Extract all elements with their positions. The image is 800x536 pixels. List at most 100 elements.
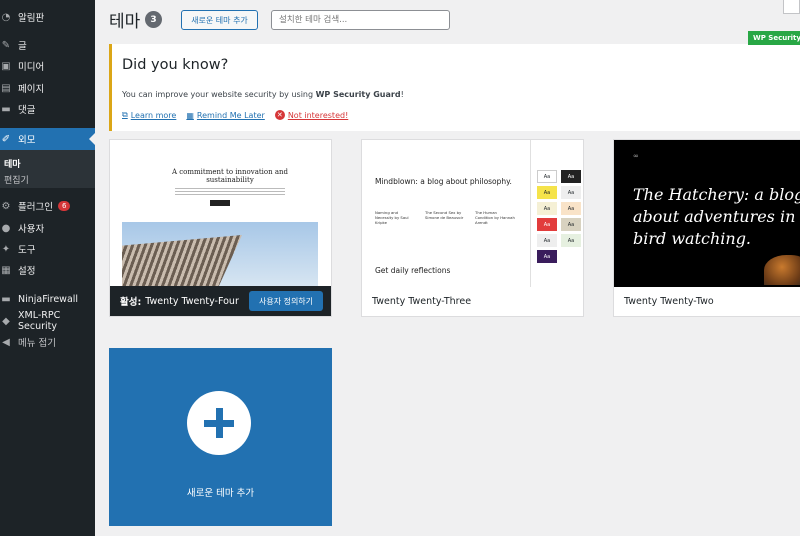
sidebar-item-pages[interactable]: ▤ 페이지 — [0, 77, 95, 99]
add-new-theme-button[interactable]: 새로운 테마 추가 — [181, 10, 258, 30]
style-swatch: Aa — [561, 202, 581, 215]
bird-icon — [764, 255, 800, 285]
style-swatch: Aa — [537, 186, 557, 199]
tools-icon: ✦ — [1, 243, 11, 255]
style-swatch: Aa — [537, 202, 557, 215]
not-interested-label: Not interested! — [287, 110, 349, 120]
sidebar-item-comments[interactable]: ▬ 댓글 — [0, 98, 95, 120]
shield-icon: ◆ — [2, 315, 10, 327]
theme-screenshot[interactable]: ∞ The Hatchery: a blog about adventures … — [614, 140, 800, 287]
learn-more-link[interactable]: ⧉ Learn more — [122, 110, 176, 120]
admin-sidebar: ◔ 알림판 ✎ 글 ▣ 미디어 ▤ 페이지 ▬ 댓글 ✐ 외모 테마 편집기 ⚙… — [0, 0, 95, 536]
sidebar-item-label: 플러그인 — [18, 202, 53, 213]
theme-card-twenty-twenty-four[interactable]: A commitment to innovation and sustainab… — [109, 139, 332, 317]
plugins-icon: ⚙ — [1, 200, 11, 212]
add-new-theme-card[interactable]: 새로운 테마 추가 — [109, 348, 332, 526]
style-swatch: Aa — [537, 170, 557, 183]
sidebar-item-label: 설정 — [18, 266, 36, 277]
sidebar-item-label: 사용자 — [18, 224, 45, 235]
preview-column: The Second Sex by Simone de Beauvoir — [425, 210, 464, 220]
ninja-icon: ▬ — [1, 293, 11, 305]
sidebar-item-appearance[interactable]: ✐ 외모 — [0, 128, 95, 150]
submenu-item-themes[interactable]: 테마 — [4, 157, 21, 170]
preview-text — [175, 188, 285, 196]
external-link-icon: ⧉ — [122, 110, 128, 119]
style-swatch: Aa — [537, 250, 557, 263]
preview-logo-icon: ∞ — [633, 152, 639, 160]
preview-column: The Human Condition by Hannah Arendt — [475, 210, 515, 225]
notice-text: You can improve your website security by… — [122, 90, 404, 99]
preview-headline: A commitment to innovation and sustainab… — [171, 168, 289, 184]
theme-search-input[interactable] — [271, 10, 450, 30]
theme-count-badge: 3 — [145, 11, 162, 28]
sidebar-item-label: 메뉴 접기 — [18, 338, 56, 349]
dashboard-icon: ◔ — [1, 11, 11, 23]
sidebar-item-label: 외모 — [18, 135, 36, 146]
sidebar-item-ninjafirewall[interactable]: ▬ NinjaFirewall — [0, 288, 95, 310]
sidebar-item-label: 페이지 — [18, 84, 45, 95]
page-icon: ▤ — [1, 82, 11, 94]
sidebar-item-label: XML-RPC Security — [18, 310, 61, 332]
remind-later-label: Remind Me Later — [196, 110, 265, 120]
sidebar-item-label: 도구 — [18, 245, 36, 256]
calendar-icon: ▦ — [186, 110, 194, 120]
style-variations-panel: Aa Aa Aa Aa Aa Aa Aa Aa Aa Aa Aa — [530, 140, 583, 287]
appearance-icon: ✐ — [1, 133, 11, 145]
preview-title: Mindblown: a blog about philosophy. — [375, 177, 512, 186]
notice-text-end: ! — [400, 90, 404, 99]
not-interested-link[interactable]: ✕ Not interested! — [274, 110, 349, 120]
sidebar-item-users[interactable]: ● 사용자 — [0, 217, 95, 239]
sidebar-item-media[interactable]: ▣ 미디어 — [0, 55, 95, 77]
notice-plugin-name: WP Security Guard — [315, 90, 401, 99]
wp-security-tag[interactable]: WP Security — [748, 31, 800, 45]
plus-icon — [187, 391, 251, 455]
preview-headline: The Hatchery: a blog about adventures in… — [633, 185, 800, 248]
theme-name-bar: 활성: Twenty Twenty-Four 사용자 정의하기 — [110, 286, 331, 316]
preview-daily: Get daily reflections — [375, 266, 451, 275]
media-icon: ▣ — [1, 60, 11, 72]
theme-card-twenty-twenty-two[interactable]: ∞ The Hatchery: a blog about adventures … — [613, 139, 800, 317]
users-icon: ● — [1, 222, 11, 234]
add-new-theme-label: 새로운 테마 추가 — [186, 488, 255, 499]
learn-more-label: Learn more — [130, 110, 177, 120]
collapse-menu-button[interactable]: ◀ 메뉴 접기 — [0, 331, 95, 353]
pin-icon: ✎ — [1, 39, 11, 51]
submenu-item-editor[interactable]: 편집기 — [4, 173, 29, 186]
sidebar-item-label: 글 — [18, 41, 27, 52]
theme-name-bar: Twenty Twenty-Three — [362, 286, 583, 316]
preview-column: Naming and Necessity by Saul Kripke — [375, 210, 409, 225]
notice-title: Did you know? — [122, 57, 229, 73]
sidebar-item-xmlrpc-security[interactable]: ◆ XML-RPC Security — [0, 310, 95, 332]
appearance-submenu: 테마 편집기 — [0, 150, 95, 188]
theme-screenshot[interactable]: A commitment to innovation and sustainab… — [110, 140, 331, 287]
close-icon: ✕ — [274, 110, 285, 120]
sidebar-item-label: NinjaFirewall — [18, 293, 79, 305]
theme-name: Twenty Twenty-Three — [372, 295, 472, 307]
style-swatch: Aa — [537, 234, 557, 247]
theme-name: Twenty Twenty-Two — [624, 295, 714, 307]
theme-name: Twenty Twenty-Four — [145, 295, 239, 307]
page-title: 테마 — [109, 12, 141, 32]
style-swatch: Aa — [561, 170, 581, 183]
sidebar-item-plugins[interactable]: ⚙ 플러그인 6 — [0, 195, 95, 217]
sidebar-item-posts[interactable]: ✎ 글 — [0, 34, 95, 56]
screen-options-button[interactable] — [783, 0, 800, 14]
sidebar-item-label: 댓글 — [18, 105, 36, 116]
sidebar-item-settings[interactable]: ▦ 설정 — [0, 259, 95, 281]
theme-card-twenty-twenty-three[interactable]: Mindblown: a blog about philosophy. Nami… — [361, 139, 584, 317]
theme-screenshot[interactable]: Mindblown: a blog about philosophy. Nami… — [362, 140, 583, 287]
comments-icon: ▬ — [1, 103, 11, 115]
security-notice: Did you know? You can improve your websi… — [109, 44, 800, 131]
update-count-badge: 6 — [57, 201, 71, 211]
style-swatch: Aa — [537, 218, 557, 231]
notice-text-start: You can improve your website security by… — [122, 90, 316, 99]
sidebar-item-dashboard[interactable]: ◔ 알림판 — [0, 6, 95, 28]
style-swatch: Aa — [561, 234, 581, 247]
remind-later-link[interactable]: ▦ Remind Me Later — [186, 110, 264, 120]
sidebar-item-label: 알림판 — [18, 13, 45, 24]
style-swatch: Aa — [561, 186, 581, 199]
sidebar-item-label: 미디어 — [18, 62, 45, 73]
sidebar-item-tools[interactable]: ✦ 도구 — [0, 238, 95, 260]
customize-button[interactable]: 사용자 정의하기 — [249, 291, 323, 311]
active-prefix: 활성: — [120, 297, 142, 308]
